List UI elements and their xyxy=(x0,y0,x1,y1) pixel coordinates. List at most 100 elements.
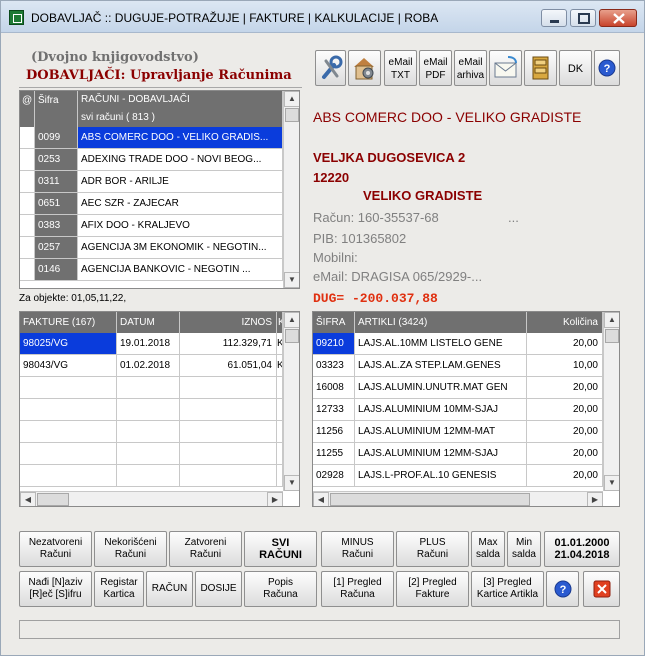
find-button[interactable]: Nađi [N]aziv [R]eč [S]ifru xyxy=(19,571,92,607)
table-row[interactable] xyxy=(20,465,283,487)
table-row[interactable] xyxy=(20,377,283,399)
article-code: 03323 xyxy=(313,355,355,377)
table-row[interactable] xyxy=(20,399,283,421)
email-txt-button[interactable]: eMail TXT xyxy=(384,50,417,86)
scroll-right-icon[interactable]: ▶ xyxy=(267,492,283,506)
maximize-button[interactable] xyxy=(570,9,596,27)
pregled-racuna-button[interactable]: [1] Pregled Računa xyxy=(321,571,394,607)
table-row[interactable]: 0311 ADR BOR - ARILJE xyxy=(20,171,283,193)
minus-racuni-button[interactable]: MINUS Računi xyxy=(321,531,394,567)
dk-button[interactable]: DK xyxy=(559,50,592,86)
table-row[interactable]: 0383 AFIX DOO - KRALJEVO xyxy=(20,215,283,237)
email-archive-button[interactable]: eMail arhiva xyxy=(454,50,487,86)
hscroll-thumb[interactable] xyxy=(330,493,530,506)
close-button[interactable] xyxy=(599,9,637,27)
table-row[interactable]: 16008 LAJS.ALUMIN.UNUTR.MAT GEN 20,00 xyxy=(313,377,603,399)
page-title: DOBAVLJAČI: Upravljanje Računima xyxy=(26,68,292,83)
articles-hscrollbar[interactable]: ◀ ▶ xyxy=(313,491,603,506)
max-salda-button[interactable]: Max salda xyxy=(471,531,505,567)
help-icon: ? xyxy=(554,580,571,598)
settings-button[interactable] xyxy=(348,50,381,86)
row-marker xyxy=(20,237,35,259)
title-bar[interactable]: DOBAVLJAČ :: DUGUJE-POTRAŽUJE | FAKTURE … xyxy=(1,1,644,33)
dosije-button[interactable]: DOSIJE xyxy=(195,571,242,607)
column-header-artikli[interactable]: ARTIKLI (3424) xyxy=(355,312,527,333)
scroll-thumb[interactable] xyxy=(285,329,299,343)
table-row[interactable] xyxy=(20,421,283,443)
table-row[interactable]: 0253 ADEXING TRADE DOO - NOVI BEOG... xyxy=(20,149,283,171)
supplier-email: eMail: DRAGISA 065/2929-... xyxy=(313,269,483,284)
article-code: 02928 xyxy=(313,465,355,487)
column-header-name[interactable]: RAČUNI - DOBAVLJAČI xyxy=(78,91,283,109)
help-button-bottom[interactable]: ? xyxy=(546,571,579,607)
zatvoreni-racuni-button[interactable]: Zatvoreni Računi xyxy=(169,531,242,567)
supplier-account: Račun: 160-35537-68 xyxy=(313,210,439,225)
article-qty: 20,00 xyxy=(527,465,603,487)
scroll-up-icon[interactable]: ▲ xyxy=(284,91,299,107)
table-row[interactable]: 0146 AGENCIJA BANKOVIC - NEGOTIN ... xyxy=(20,259,283,281)
table-row[interactable]: 03323 LAJS.AL.ZA STEP.LAM.GENES 10,00 xyxy=(313,355,603,377)
help-icon: ? xyxy=(598,59,616,77)
suppliers-scrollbar[interactable]: ▲ ▼ xyxy=(283,91,299,288)
exit-button[interactable] xyxy=(583,571,620,607)
hscroll-thumb[interactable] xyxy=(37,493,69,506)
table-row[interactable]: 09210 LAJS.AL.10MM LISTELO GENE 20,00 xyxy=(313,333,603,355)
popis-racuna-button[interactable]: Popis Računa xyxy=(244,571,317,607)
article-name: LAJS.ALUMINIUM 10MM-SJAJ xyxy=(355,399,527,421)
cabinet-icon xyxy=(532,56,549,80)
table-row[interactable]: 02928 LAJS.L-PROF.AL.10 GENESIS 20,00 xyxy=(313,465,603,487)
article-code: 09210 xyxy=(313,333,355,355)
scroll-left-icon[interactable]: ◀ xyxy=(313,492,329,506)
supplier-street: VELJKA DUGOSEVICA 2 xyxy=(313,150,466,165)
date-range-button[interactable]: 01.01.2000 21.04.2018 xyxy=(544,531,620,567)
table-row[interactable]: 11256 LAJS.ALUMINIUM 12MM-MAT 20,00 xyxy=(313,421,603,443)
table-row[interactable]: 0099 ABS COMERC DOO - VELIKO GRADIS... xyxy=(20,127,283,149)
column-header-fakture[interactable]: FAKTURE (167) xyxy=(20,312,117,333)
table-row[interactable]: 12733 LAJS.ALUMINIUM 10MM-SJAJ 20,00 xyxy=(313,399,603,421)
supplier-code: 0311 xyxy=(35,171,78,193)
scroll-down-icon[interactable]: ▼ xyxy=(284,272,299,288)
help-button[interactable]: ? xyxy=(594,50,620,86)
table-row[interactable]: 0651 AEC SZR - ZAJECAR xyxy=(20,193,283,215)
plus-racuni-button[interactable]: PLUS Računi xyxy=(396,531,469,567)
racun-button[interactable]: RAČUN xyxy=(146,571,193,607)
scroll-up-icon[interactable]: ▲ xyxy=(284,312,299,328)
scroll-thumb[interactable] xyxy=(285,108,299,122)
column-header-iznos[interactable]: IZNOS xyxy=(180,312,277,333)
minimize-button[interactable] xyxy=(541,9,567,27)
articles-scrollbar[interactable]: ▲ ▼ xyxy=(603,312,619,491)
pregled-kartice-button[interactable]: [3] Pregled Kartice Artikla xyxy=(471,571,544,607)
column-header-kolicina[interactable]: Količina xyxy=(527,312,603,333)
scroll-down-icon[interactable]: ▼ xyxy=(284,475,299,491)
table-row[interactable] xyxy=(20,443,283,465)
column-header-art-sifra[interactable]: ŠIFRA xyxy=(313,312,355,333)
registar-kartica-button[interactable]: Registar Kartica xyxy=(94,571,144,607)
email-pdf-button[interactable]: eMail PDF xyxy=(419,50,452,86)
mail-send-button[interactable] xyxy=(489,50,522,86)
scroll-down-icon[interactable]: ▼ xyxy=(604,475,619,491)
table-row[interactable]: 0257 AGENCIJA 3M EKONOMIK - NEGOTIN... xyxy=(20,237,283,259)
nezatvoreni-racuni-button[interactable]: Nezatvoreni Računi xyxy=(19,531,92,567)
window-title: DOBAVLJAČ :: DUGUJE-POTRAŽUJE | FAKTURE … xyxy=(31,11,439,25)
min-salda-button[interactable]: Min salda xyxy=(507,531,541,567)
table-row[interactable]: 98043/VG01.02.201861.051,04K xyxy=(20,355,283,377)
pregled-fakture-button[interactable]: [2] Pregled Fakture xyxy=(396,571,469,607)
invoices-scrollbar[interactable]: ▲ ▼ xyxy=(283,312,299,491)
column-header-at[interactable]: @ xyxy=(20,91,35,127)
archive-button[interactable] xyxy=(524,50,557,86)
table-row[interactable]: 11255 LAJS.ALUMINIUM 12MM-SJAJ 20,00 xyxy=(313,443,603,465)
scroll-thumb[interactable] xyxy=(605,329,619,343)
invoices-hscrollbar[interactable]: ◀ ▶ xyxy=(20,491,283,506)
column-header-datum[interactable]: DATUM xyxy=(117,312,180,333)
column-header-sifra[interactable]: Šifra xyxy=(35,91,78,127)
maximize-icon xyxy=(578,13,590,24)
article-qty: 20,00 xyxy=(527,421,603,443)
table-row[interactable]: 98025/VG19.01.2018112.329,71K xyxy=(20,333,283,355)
article-code: 16008 xyxy=(313,377,355,399)
scroll-left-icon[interactable]: ◀ xyxy=(20,492,36,506)
tools-button[interactable] xyxy=(315,50,346,86)
scroll-up-icon[interactable]: ▲ xyxy=(604,312,619,328)
svi-racuni-button[interactable]: SVI RAČUNI xyxy=(244,531,317,567)
nekorisceni-racuni-button[interactable]: Nekorišćeni Računi xyxy=(94,531,167,567)
scroll-right-icon[interactable]: ▶ xyxy=(587,492,603,506)
